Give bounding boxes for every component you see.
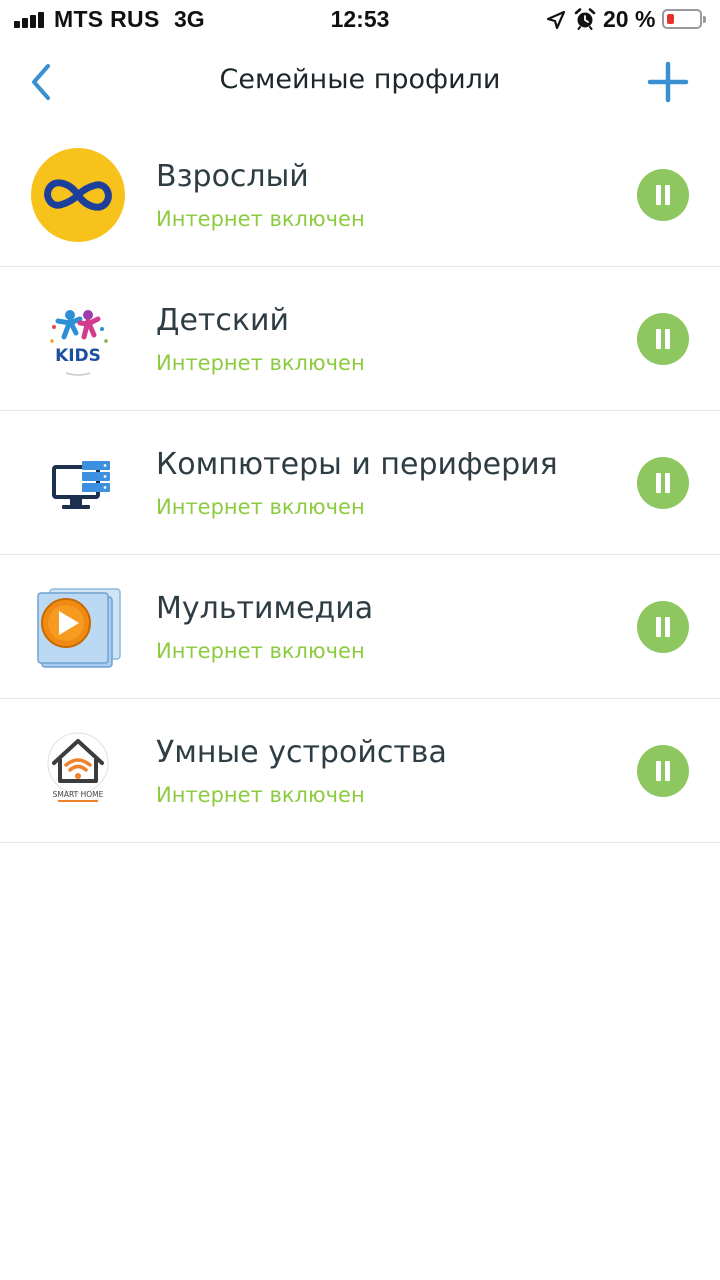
pause-button[interactable] (637, 169, 689, 221)
battery-percent: 20 % (603, 6, 656, 32)
pause-icon (656, 761, 661, 781)
pause-icon (656, 329, 661, 349)
profile-status: Интернет включен (156, 495, 365, 519)
pause-button[interactable] (637, 745, 689, 797)
page-title: Семейные профили (219, 64, 501, 95)
pause-button[interactable] (637, 457, 689, 509)
battery-level (667, 14, 674, 24)
profile-row-adult[interactable]: Взрослый Интернет включен (0, 123, 720, 267)
profile-name: Детский (156, 303, 289, 338)
status-bar: MTS RUS 3G 12:53 20 % (0, 0, 720, 40)
infinity-icon (31, 148, 125, 242)
profile-name: Компютеры и периферия (156, 447, 558, 482)
svg-text:SMART HOME: SMART HOME (53, 790, 104, 799)
profile-name: Умные устройства (156, 735, 447, 770)
computer-monitor-icon (31, 436, 125, 530)
profile-row-computers[interactable]: Компютеры и периферия Интернет включен (0, 411, 720, 555)
svg-text:KIDS: KIDS (55, 346, 101, 366)
pause-icon (656, 617, 661, 637)
profile-status: Интернет включен (156, 783, 365, 807)
alarm-icon (574, 8, 596, 30)
kids-logo: KIDS (31, 292, 125, 386)
profile-list: Взрослый Интернет включен KIDS Детский И… (0, 123, 720, 843)
navigation-bar: Семейные профили (0, 40, 720, 126)
profile-row-multimedia[interactable]: Мультимедиа Интернет включен (0, 555, 720, 699)
plus-icon[interactable] (646, 60, 690, 104)
profile-name: Взрослый (156, 159, 309, 194)
profile-row-smart-devices[interactable]: SMART HOME Умные устройства Интернет вкл… (0, 699, 720, 843)
battery-icon (662, 9, 706, 29)
location-icon (546, 10, 566, 30)
media-player-icon (37, 588, 121, 668)
profile-row-kids[interactable]: KIDS Детский Интернет включен (0, 267, 720, 411)
profile-status: Интернет включен (156, 639, 365, 663)
pause-button[interactable] (637, 313, 689, 365)
profile-status: Интернет включен (156, 207, 365, 231)
pause-button[interactable] (637, 601, 689, 653)
smart-home-logo: SMART HOME (31, 724, 125, 818)
pause-icon (656, 473, 661, 493)
pause-icon (656, 185, 661, 205)
profile-status: Интернет включен (156, 351, 365, 375)
profile-name: Мультимедиа (156, 591, 374, 626)
